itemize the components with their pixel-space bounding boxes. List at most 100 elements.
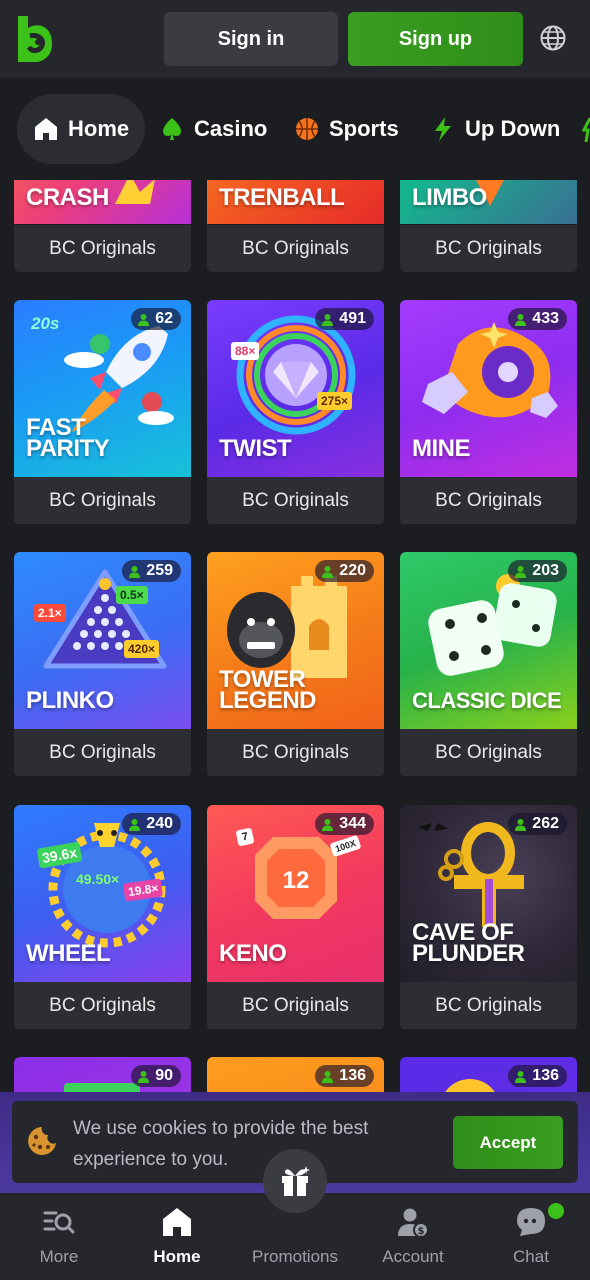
player-count: 203 xyxy=(532,562,559,579)
chat-notification-dot xyxy=(548,1203,564,1219)
user-icon xyxy=(515,818,527,831)
game-title: LIMBO xyxy=(412,184,487,211)
basketball-icon xyxy=(296,118,318,140)
cookie-icon xyxy=(28,1127,56,1155)
game-provider: BC Originals xyxy=(14,729,191,776)
player-count: 262 xyxy=(532,815,559,832)
keno-chip: 7 xyxy=(235,827,255,847)
game-provider: BC Originals xyxy=(14,225,191,272)
multiplier-label: 49.50× xyxy=(76,871,120,887)
player-count-badge: 220 xyxy=(315,560,374,582)
bottom-nav-more[interactable]: More xyxy=(4,1193,114,1280)
dice-icon xyxy=(428,574,557,676)
game-title: CAVE OF PLUNDER xyxy=(412,919,525,967)
multiplier-chip: 275× xyxy=(317,392,353,410)
player-count-badge: 136 xyxy=(315,1065,374,1087)
player-count: 220 xyxy=(339,562,366,579)
game-provider: BC Originals xyxy=(207,982,384,1029)
game-title: TOWER LEGEND xyxy=(219,666,317,714)
user-icon xyxy=(515,313,527,326)
game-title: WHEEL xyxy=(26,940,111,967)
rocket-flame-icon xyxy=(115,180,155,204)
bottom-nav-home[interactable]: Home xyxy=(122,1193,232,1280)
player-count: 136 xyxy=(339,1067,366,1084)
multiplier-chip: 420× xyxy=(124,640,160,658)
promotions-circle[interactable] xyxy=(263,1149,327,1213)
globe-icon[interactable] xyxy=(539,24,567,52)
bottom-nav: More Home Promotions $ Account Chat xyxy=(0,1149,590,1280)
user-icon xyxy=(322,1070,334,1083)
bottom-nav-label: Home xyxy=(153,1247,201,1266)
player-count-badge: 491 xyxy=(315,308,374,330)
game-provider: BC Originals xyxy=(400,477,577,524)
ankh-icon xyxy=(418,822,524,927)
game-card-wheel[interactable]: 39.6x 49.50× 19.8× 240 WHEEL BC Original… xyxy=(14,805,191,1030)
logo-icon[interactable] xyxy=(14,14,54,64)
user-icon xyxy=(129,565,141,578)
game-card-classic-dice[interactable]: 203 CLASSIC DICE BC Originals xyxy=(400,552,577,777)
player-count: 90 xyxy=(155,1067,173,1084)
game-card-crash[interactable]: CRASH BC Originals xyxy=(14,180,191,272)
game-card-fast-parity[interactable]: 20s 62 FAST PARITY BC Originals xyxy=(14,300,191,525)
tab-up-down[interactable]: Up Down xyxy=(430,94,560,164)
player-count-badge: 62 xyxy=(131,308,181,330)
player-count: 491 xyxy=(339,310,366,327)
game-card-cave-of-plunder[interactable]: 262 CAVE OF PLUNDER BC Originals xyxy=(400,805,577,1030)
player-count-badge: 203 xyxy=(508,560,567,582)
cookie-message: We use cookies to provide the best exper… xyxy=(73,1118,369,1170)
lightning-icon xyxy=(582,118,590,142)
game-card-twist[interactable]: 88× 275× 491 TWIST BC Originals xyxy=(207,300,384,525)
player-count-badge: 433 xyxy=(508,308,567,330)
multiplier-chip: 2.1× xyxy=(34,604,66,622)
game-provider: BC Originals xyxy=(207,225,384,272)
player-count: 136 xyxy=(532,1067,559,1084)
account-icon: $ xyxy=(398,1208,429,1238)
user-icon xyxy=(322,313,334,326)
bottom-nav-account[interactable]: $ Account xyxy=(358,1193,468,1280)
game-card-limbo[interactable]: LIMBO BC Originals xyxy=(400,180,577,272)
game-title: FAST PARITY xyxy=(26,414,110,462)
tab-label: Up Down xyxy=(465,116,561,141)
game-provider: BC Originals xyxy=(400,729,577,776)
game-card-tower-legend[interactable]: 220 TOWER LEGEND BC Originals xyxy=(207,552,384,777)
svg-text:$: $ xyxy=(418,1226,425,1237)
chat-icon xyxy=(517,1208,545,1236)
tab-casino[interactable]: Casino xyxy=(159,94,267,164)
user-icon xyxy=(515,1070,527,1083)
top-bar: Sign in Sign up xyxy=(0,0,590,78)
bottom-nav-chat[interactable]: Chat xyxy=(476,1193,586,1280)
game-provider: BC Originals xyxy=(14,982,191,1029)
game-card-plinko[interactable]: 2.1× 0.5× 420× 259 PLINKO BC Originals xyxy=(14,552,191,777)
game-card-mine[interactable]: 433 MINE BC Originals xyxy=(400,300,577,525)
tab-home[interactable]: Home xyxy=(17,94,146,164)
sign-in-button[interactable]: Sign in xyxy=(164,12,338,66)
player-count-badge: 259 xyxy=(122,560,181,582)
game-provider: BC Originals xyxy=(207,477,384,524)
bottom-nav-promotions[interactable]: Promotions xyxy=(240,1149,350,1280)
tab-label: Sports xyxy=(329,116,399,141)
tab-sports[interactable]: Sports xyxy=(294,94,399,164)
game-title: TWIST xyxy=(219,435,292,462)
game-card-trenball[interactable]: TRENBALL BC Originals xyxy=(207,180,384,272)
bottom-nav-label: Account xyxy=(382,1247,444,1266)
game-provider: BC Originals xyxy=(207,729,384,776)
game-card-keno[interactable]: 12 7 100X 344 KENO BC Originals xyxy=(207,805,384,1030)
sign-up-button[interactable]: Sign up xyxy=(348,12,523,66)
player-count: 433 xyxy=(532,310,559,327)
game-provider: BC Originals xyxy=(400,982,577,1029)
game-title: CRASH xyxy=(26,184,109,211)
game-grid: CRASH BC Originals TRENBALL BC Originals… xyxy=(0,180,590,1193)
keno-number: 12 xyxy=(282,867,310,894)
game-title: PLINKO xyxy=(26,687,114,714)
user-icon xyxy=(515,565,527,578)
game-title: MINE xyxy=(412,435,471,462)
accept-cookies-button[interactable]: Accept xyxy=(453,1116,563,1169)
player-count: 259 xyxy=(146,562,173,579)
mine-bomb-icon xyxy=(422,322,558,418)
user-icon xyxy=(322,565,334,578)
player-count: 62 xyxy=(155,310,173,327)
spade-icon xyxy=(163,118,181,140)
bottom-nav-label: Chat xyxy=(513,1247,549,1266)
home-icon xyxy=(163,1208,191,1236)
player-count-badge: 344 xyxy=(315,813,374,835)
